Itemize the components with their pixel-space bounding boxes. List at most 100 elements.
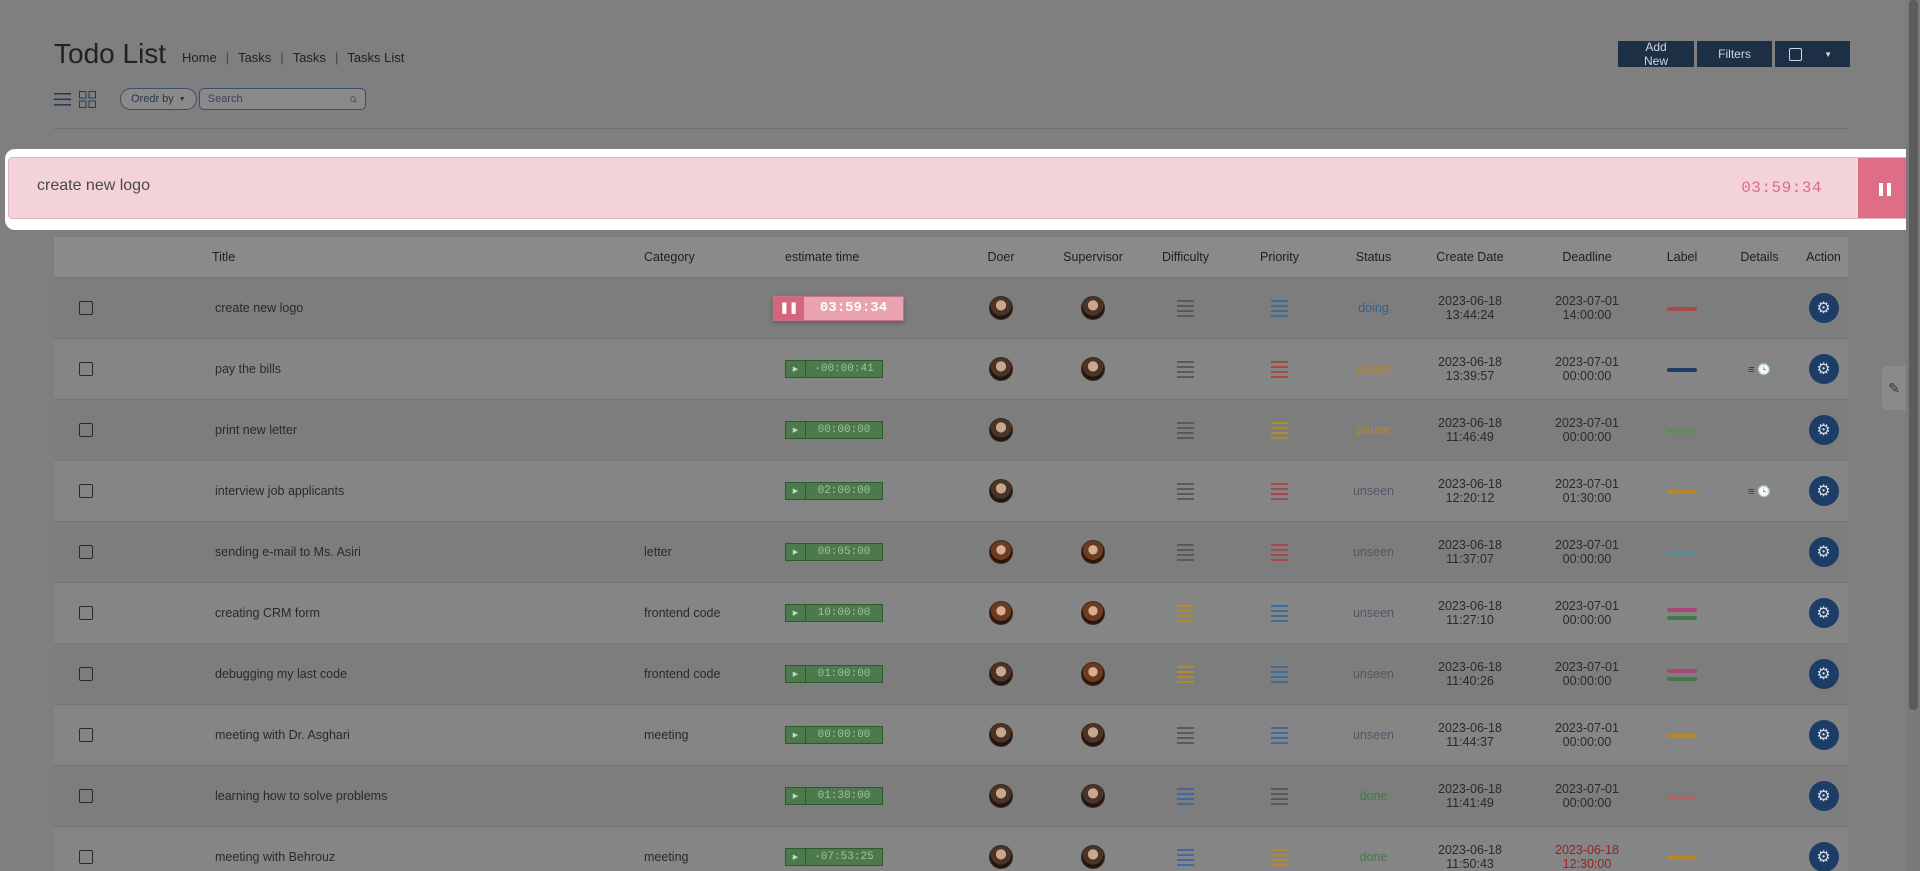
gear-icon[interactable]: ⚙ (1808, 476, 1839, 506)
doer-avatar[interactable] (989, 540, 1013, 564)
doer-avatar[interactable] (989, 601, 1013, 625)
estimate-time-cell: ▶ -00:00:41 (785, 360, 965, 378)
table-row[interactable]: create new logo ❚❚ 03:59:34 doing 2023-06-18… (54, 278, 1848, 339)
grid-view-icon[interactable] (79, 90, 96, 108)
breadcrumb-tasks-2[interactable]: Tasks (293, 50, 326, 65)
column-header-create-date[interactable]: Create Date (1410, 250, 1530, 264)
task-title[interactable]: print new letter (192, 423, 297, 437)
order-by-dropdown[interactable]: Oredr by ▼ (120, 88, 197, 110)
play-timer-button[interactable]: ▶ (786, 849, 806, 865)
table-row[interactable]: meeting with Dr. Asghari meeting ▶ 00:00:00… (54, 705, 1848, 766)
task-title[interactable]: meeting with Behrouz (192, 850, 335, 864)
table-row[interactable]: interview job applicants ▶ 02:00:00 unseen 2… (54, 461, 1848, 522)
play-timer-button[interactable]: ▶ (786, 483, 806, 499)
column-header-priority[interactable]: Priority (1222, 250, 1337, 264)
table-row[interactable]: creating CRM form frontend code ▶ 10:00:00 u… (54, 583, 1848, 644)
task-title[interactable]: sending e-mail to Ms. Asiri (192, 545, 361, 559)
label-marker (1667, 733, 1697, 738)
doer-avatar[interactable] (989, 296, 1013, 320)
doer-avatar[interactable] (989, 723, 1013, 747)
column-header-title[interactable]: Title (192, 250, 644, 264)
doer-avatar[interactable] (989, 662, 1013, 686)
pause-timer-button[interactable]: ❚❚ (774, 296, 804, 320)
play-timer-button[interactable]: ▶ (786, 788, 806, 804)
create-date-day: 2023-06-18 (1438, 599, 1502, 613)
task-title[interactable]: debugging my last code (192, 667, 347, 681)
supervisor-avatar[interactable] (1081, 296, 1105, 320)
row-checkbox[interactable] (79, 362, 93, 376)
table-row[interactable]: sending e-mail to Ms. Asiri letter ▶ 00:05:… (54, 522, 1848, 583)
row-checkbox[interactable] (79, 301, 93, 315)
supervisor-avatar[interactable] (1081, 662, 1105, 686)
supervisor-avatar[interactable] (1081, 723, 1105, 747)
doer-avatar[interactable] (989, 357, 1013, 381)
column-header-doer[interactable]: Doer (965, 250, 1037, 264)
breadcrumb-tasks[interactable]: Tasks (238, 50, 271, 65)
row-checkbox[interactable] (79, 667, 93, 681)
supervisor-avatar[interactable] (1081, 845, 1105, 869)
play-timer-button[interactable]: ▶ (786, 666, 806, 682)
play-timer-button[interactable]: ▶ (786, 422, 806, 438)
column-header-difficulty[interactable]: Difficulty (1149, 250, 1222, 264)
play-timer-button[interactable]: ▶ (786, 361, 806, 377)
row-checkbox[interactable] (79, 545, 93, 559)
task-category: meeting (644, 728, 689, 742)
details-icons[interactable]: ≡ 🕓 (1748, 485, 1771, 498)
supervisor-avatar[interactable] (1081, 784, 1105, 808)
table-row[interactable]: meeting with Behrouz meeting ▶ -07:53:25 don… (54, 827, 1848, 871)
gear-icon[interactable]: ⚙ (1808, 598, 1839, 628)
play-timer-button[interactable]: ▶ (786, 727, 806, 743)
search-input[interactable] (207, 93, 350, 105)
row-checkbox[interactable] (79, 789, 93, 803)
column-header-deadline[interactable]: Deadline (1530, 250, 1644, 264)
pin-icon[interactable]: ✎ (1882, 366, 1906, 410)
row-checkbox[interactable] (79, 423, 93, 437)
gear-icon[interactable]: ⚙ (1808, 842, 1839, 871)
doer-avatar[interactable] (989, 479, 1013, 503)
pause-button[interactable] (1858, 158, 1912, 218)
gear-icon[interactable]: ⚙ (1808, 720, 1839, 750)
task-title[interactable]: interview job applicants (192, 484, 344, 498)
deadline: 2023-07-01 00:00:00 (1530, 355, 1644, 383)
select-all-dropdown-button[interactable]: ▼ (1775, 41, 1850, 67)
table-row[interactable]: debugging my last code frontend code ▶ 01:0… (54, 644, 1848, 705)
breadcrumb-home[interactable]: Home (182, 50, 217, 65)
doer-avatar[interactable] (989, 845, 1013, 869)
row-checkbox[interactable] (79, 728, 93, 742)
gear-icon[interactable]: ⚙ (1808, 659, 1839, 689)
gear-icon[interactable]: ⚙ (1808, 781, 1839, 811)
column-header-category[interactable]: Category (644, 250, 785, 264)
gear-icon[interactable]: ⚙ (1808, 537, 1839, 567)
doer-avatar[interactable] (989, 418, 1013, 442)
details-icons[interactable]: ≡ 🕓 (1748, 363, 1771, 376)
table-row[interactable]: print new letter ▶ 00:00:00 pause 2023-06-18… (54, 400, 1848, 461)
task-title[interactable]: meeting with Dr. Asghari (192, 728, 350, 742)
play-timer-button[interactable]: ▶ (786, 544, 806, 560)
table-row[interactable]: pay the bills ▶ -00:00:41 pause 2023-06-18 13… (54, 339, 1848, 400)
table-row[interactable]: learning how to solve problems ▶ 01:30:00 d… (54, 766, 1848, 827)
add-new-button[interactable]: Add New (1618, 40, 1694, 68)
column-header-status[interactable]: Status (1337, 250, 1410, 264)
scrollbar[interactable] (1906, 0, 1920, 871)
scrollbar-thumb[interactable] (1909, 0, 1918, 710)
column-header-estimate-time[interactable]: estimate time (785, 250, 965, 264)
task-title[interactable]: learning how to solve problems (192, 789, 387, 803)
row-checkbox[interactable] (79, 850, 93, 864)
supervisor-avatar[interactable] (1081, 601, 1105, 625)
gear-icon[interactable]: ⚙ (1808, 415, 1839, 445)
doer-avatar[interactable] (989, 784, 1013, 808)
column-header-supervisor[interactable]: Supervisor (1037, 250, 1149, 264)
filters-button[interactable]: Filters (1697, 41, 1772, 67)
list-view-icon[interactable] (54, 91, 71, 108)
gear-icon[interactable]: ⚙ (1808, 293, 1839, 323)
task-title[interactable]: pay the bills (192, 362, 281, 376)
row-checkbox[interactable] (79, 606, 93, 620)
gear-icon[interactable]: ⚙ (1808, 354, 1839, 384)
task-title[interactable]: create new logo (192, 301, 303, 315)
row-checkbox[interactable] (79, 484, 93, 498)
play-timer-button[interactable]: ▶ (786, 605, 806, 621)
supervisor-avatar[interactable] (1081, 357, 1105, 381)
search-icon[interactable] (350, 93, 357, 106)
task-title[interactable]: creating CRM form (192, 606, 320, 620)
supervisor-avatar[interactable] (1081, 540, 1105, 564)
